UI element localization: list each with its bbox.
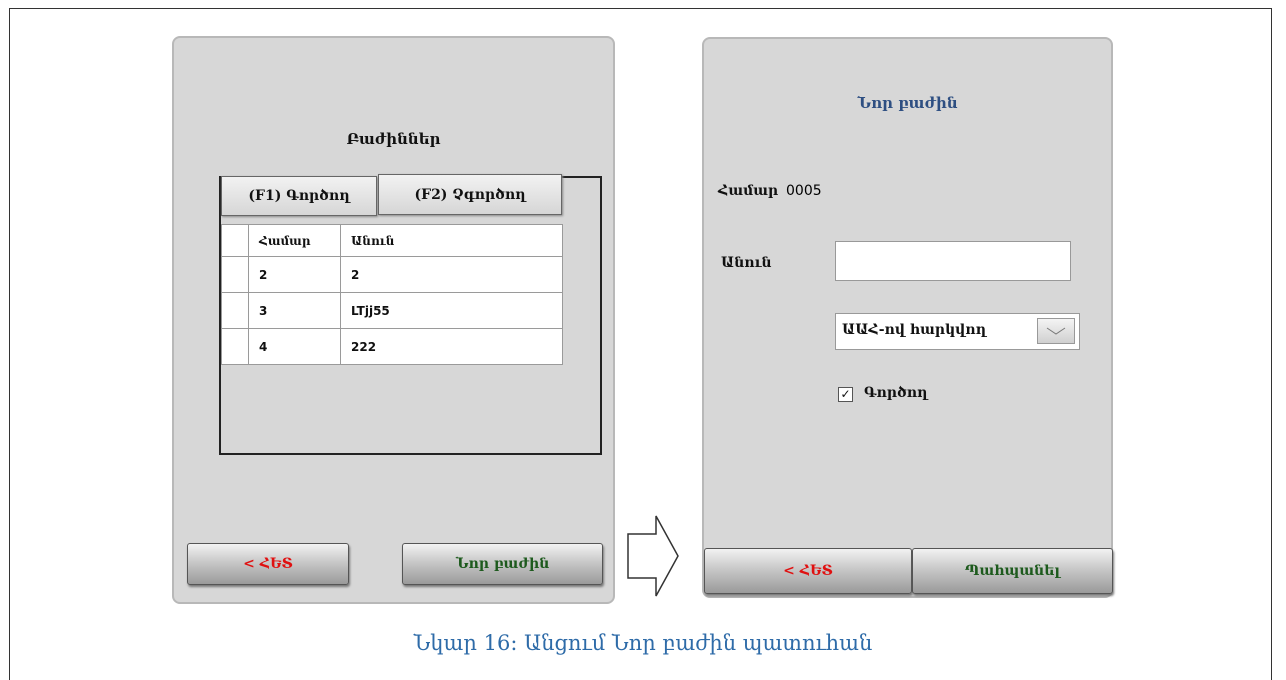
tab-inactive[interactable]: (F2) Չգործող — [378, 174, 562, 215]
save-button[interactable]: Պահպանել — [912, 548, 1113, 594]
row-selector[interactable] — [221, 292, 249, 329]
departments-title: Բաժիններ — [346, 130, 441, 148]
row-selector-header — [221, 224, 249, 257]
cell-name: 2 — [340, 256, 563, 293]
column-header-number[interactable]: Համար — [248, 224, 341, 257]
number-value: 0005 — [786, 183, 822, 199]
column-header-name[interactable]: Անուն — [340, 224, 563, 257]
tab-active[interactable]: (F1) Գործող — [221, 176, 377, 216]
number-label: Համար — [718, 183, 779, 199]
row-selector[interactable] — [221, 256, 249, 293]
name-input[interactable] — [835, 241, 1071, 281]
new-department-title: Նոր բաժին — [857, 94, 958, 112]
back-button[interactable]: < ՀԵՏ — [704, 548, 912, 594]
chevron-down-icon[interactable] — [1037, 318, 1075, 344]
cell-name: LTjj55 — [340, 292, 563, 329]
back-button[interactable]: < ՀԵՏ — [187, 543, 349, 585]
departments-table: Համար Անուն 2 2 3 LTjj55 4 222 — [221, 224, 563, 365]
table-row[interactable]: 3 LTjj55 — [221, 292, 563, 329]
active-checkbox[interactable]: ✓ — [838, 387, 853, 402]
cell-name: 222 — [340, 328, 563, 365]
departments-screen: Բաժիններ (F1) Գործող (F2) Չգործող Համար … — [172, 36, 615, 604]
new-department-button[interactable]: Նոր բաժին — [402, 543, 603, 585]
new-department-screen: Նոր բաժին Համար 0005 Անուն ԱԱՀ-ով հարկվո… — [702, 37, 1113, 598]
transition-arrow-icon — [627, 515, 679, 597]
cell-number: 3 — [248, 292, 341, 329]
table-row[interactable]: 2 2 — [221, 256, 563, 293]
table-header-row: Համար Անուն — [221, 224, 563, 257]
table-row[interactable]: 4 222 — [221, 328, 563, 365]
cell-number: 4 — [248, 328, 341, 365]
figure-caption: Նկար 16: Անցում Նոր բաժին պատուհան — [413, 631, 873, 655]
name-label: Անուն — [721, 255, 772, 271]
row-selector[interactable] — [221, 328, 249, 365]
active-checkbox-label: Գործող — [864, 385, 928, 401]
cell-number: 2 — [248, 256, 341, 293]
vat-type-select[interactable]: ԱԱՀ-ով հարկվող — [835, 313, 1080, 350]
vat-type-value: ԱԱՀ-ով հարկվող — [842, 322, 986, 338]
